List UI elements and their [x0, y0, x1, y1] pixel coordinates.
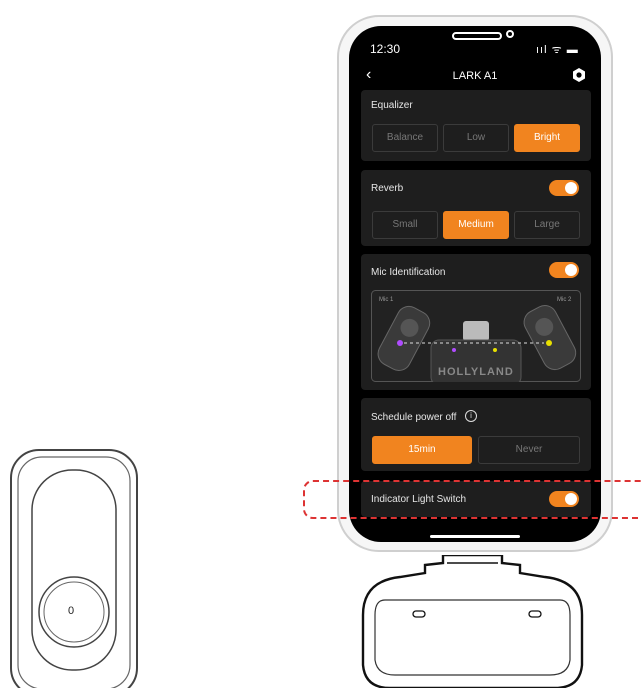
- mic2-label: Mic 2: [557, 297, 572, 303]
- mic-identification-title: Mic Identification: [371, 267, 446, 278]
- transmitter-illustration: [10, 449, 138, 688]
- mic1-label: Mic 1: [379, 297, 394, 303]
- equalizer-low-button[interactable]: Low: [443, 124, 509, 152]
- highlight-dashed-outline: [303, 480, 642, 519]
- power-off-15min-button[interactable]: 15min: [372, 436, 472, 464]
- status-time: 12:30: [370, 42, 401, 56]
- receiver-illustration: [361, 555, 584, 688]
- speaker-notch: [452, 32, 502, 40]
- reverb-small-button[interactable]: Small: [372, 211, 438, 239]
- settings-hexagon-icon[interactable]: [571, 67, 587, 83]
- brand-logo-text: HOLLYLAND: [438, 366, 514, 378]
- reverb-medium-button[interactable]: Medium: [443, 211, 509, 239]
- toggle-knob: [565, 264, 577, 276]
- reverb-large-button[interactable]: Large: [514, 211, 580, 239]
- home-indicator: [430, 535, 520, 538]
- mic-identification-toggle[interactable]: [549, 262, 579, 278]
- power-off-never-button[interactable]: Never: [478, 436, 580, 464]
- equalizer-bright-button[interactable]: Bright: [514, 124, 580, 152]
- reverb-title: Reverb: [371, 183, 404, 194]
- signal-wifi-battery-icon: ııl ᯤ ▬: [536, 44, 579, 56]
- equalizer-balance-button[interactable]: Balance: [372, 124, 438, 152]
- back-chevron-icon[interactable]: ‹: [366, 67, 371, 83]
- info-icon[interactable]: i: [465, 410, 477, 422]
- camera-icon: [506, 30, 514, 38]
- page-title: LARK A1: [452, 70, 498, 82]
- power-indicator: 0: [68, 605, 75, 617]
- equalizer-title: Equalizer: [371, 100, 413, 111]
- toggle-knob: [565, 182, 577, 194]
- schedule-power-off-title: Schedule power off: [371, 412, 457, 423]
- reverb-toggle[interactable]: [549, 180, 579, 196]
